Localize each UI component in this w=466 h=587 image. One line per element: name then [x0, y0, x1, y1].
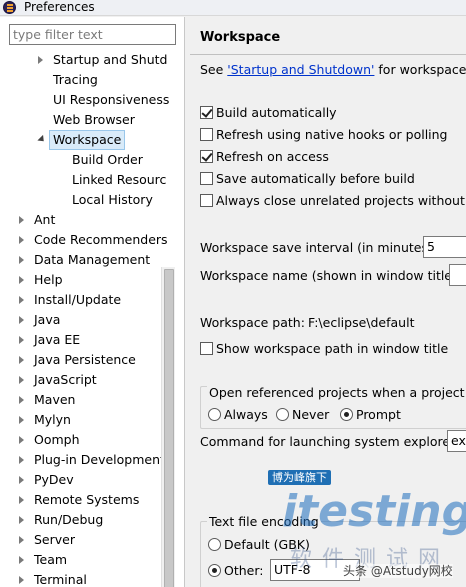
always-label: Always [224, 407, 268, 422]
show-path-label: Show workspace path in window title [216, 341, 449, 356]
expand-arrow-icon[interactable] [19, 236, 24, 244]
tree-item-build-order[interactable]: Build Order [72, 150, 143, 170]
other-encoding-label: Other: [224, 563, 264, 578]
expand-arrow-icon[interactable] [19, 516, 24, 524]
workspace-path-value: F:\eclipse\default [308, 315, 415, 330]
save-interval-label: Workspace save interval (in minutes): [200, 240, 438, 255]
watermark-credit: 头条 @Atstudy网校 [343, 564, 453, 578]
collapse-arrow-icon[interactable] [37, 134, 47, 145]
prompt-label: Prompt [356, 407, 401, 422]
expand-arrow-icon[interactable] [19, 576, 24, 584]
eclipse-icon [3, 1, 16, 14]
expand-arrow-icon[interactable] [19, 536, 24, 544]
save-interval-input[interactable]: 5 [423, 236, 466, 258]
expand-arrow-icon[interactable] [19, 416, 24, 424]
expand-arrow-icon[interactable] [19, 456, 24, 464]
other-encoding-radio[interactable] [208, 564, 221, 577]
explorer-command-label: Command for launching system explorer: [200, 434, 460, 449]
workspace-name-label: Workspace name (shown in window title): [200, 268, 462, 283]
window-title: Preferences [24, 0, 95, 14]
save-before-build-label: Save automatically before build [216, 171, 415, 186]
title-separator [190, 54, 466, 55]
refresh-on-access-label: Refresh on access [216, 149, 329, 164]
close-unrelated-projects-label: Always close unrelated projects without … [216, 193, 466, 208]
show-path-checkbox[interactable] [200, 342, 213, 355]
never-label: Never [292, 407, 330, 422]
expand-arrow-icon[interactable] [19, 316, 24, 324]
tree-scrollbar-thumb[interactable] [164, 269, 174, 587]
refresh-native-hooks-checkbox[interactable] [200, 128, 213, 141]
build-automatically-label: Build automatically [216, 105, 337, 120]
tree-item-ui-responsiveness[interactable]: UI Responsiveness [53, 90, 169, 110]
expand-arrow-icon[interactable] [19, 336, 24, 344]
title-bar: Preferences [0, 0, 466, 16]
expand-arrow-icon[interactable] [19, 476, 24, 484]
workspace-name-input[interactable] [449, 264, 466, 286]
always-radio[interactable] [208, 408, 221, 421]
page-title: Workspace [200, 30, 281, 45]
expand-arrow-icon[interactable] [19, 376, 24, 384]
tree-item-local-history[interactable]: Local History [72, 190, 153, 210]
tree-item-web-browser[interactable]: Web Browser [53, 110, 135, 130]
expand-arrow-icon[interactable] [19, 496, 24, 504]
tree-scrollbar[interactable] [161, 267, 175, 587]
tree-item-linked-resources[interactable]: Linked Resourc [72, 170, 166, 190]
save-before-build-checkbox[interactable] [200, 172, 213, 185]
open-referenced-title: Open referenced projects when a project … [207, 385, 466, 401]
refresh-native-hooks-label: Refresh using native hooks or polling [216, 127, 448, 142]
see-startup-text: See 'Startup and Shutdown' for workspace… [200, 62, 466, 77]
watermark-badge: 博为峰旗下 [268, 470, 331, 485]
filter-input[interactable]: type filter text [9, 24, 176, 45]
expand-arrow-icon[interactable] [19, 436, 24, 444]
default-encoding-radio[interactable] [208, 538, 221, 551]
never-radio[interactable] [276, 408, 289, 421]
expand-arrow-icon[interactable] [19, 396, 24, 404]
tree-item-tracing[interactable]: Tracing [53, 70, 98, 90]
expand-arrow-icon[interactable] [19, 276, 24, 284]
expand-arrow-icon[interactable] [38, 56, 43, 64]
expand-arrow-icon[interactable] [19, 216, 24, 224]
close-unrelated-projects-checkbox[interactable] [200, 194, 213, 207]
startup-shutdown-link[interactable]: 'Startup and Shutdown' [227, 62, 374, 77]
expand-arrow-icon[interactable] [19, 356, 24, 364]
watermark-logo: itesting [282, 486, 466, 537]
refresh-on-access-checkbox[interactable] [200, 150, 213, 163]
expand-arrow-icon[interactable] [19, 256, 24, 264]
expand-arrow-icon[interactable] [19, 296, 24, 304]
workspace-path-label: Workspace path: [200, 315, 305, 330]
preferences-tree-pane: type filter text Startup and Shutd Traci… [0, 17, 185, 587]
explorer-command-input[interactable]: ex [447, 430, 466, 452]
expand-arrow-icon[interactable] [19, 556, 24, 564]
build-automatically-checkbox[interactable] [200, 106, 213, 119]
prompt-radio[interactable] [340, 408, 353, 421]
